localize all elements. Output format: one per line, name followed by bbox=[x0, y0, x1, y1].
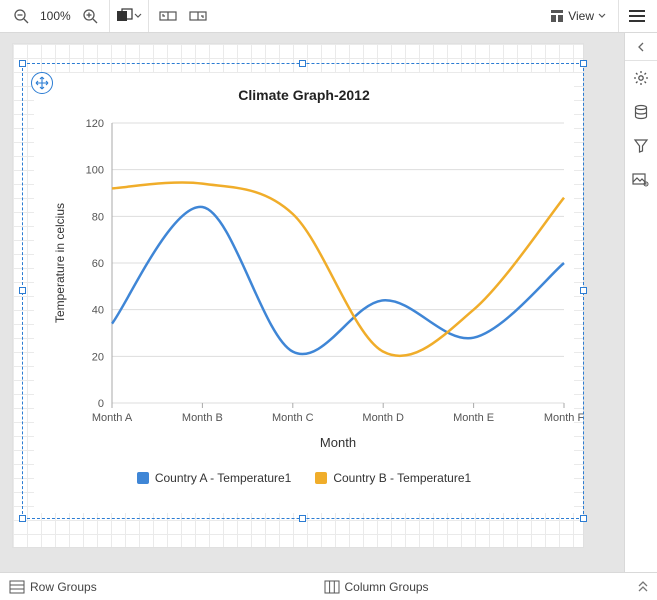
database-icon bbox=[633, 104, 649, 120]
filter-button[interactable] bbox=[625, 129, 657, 163]
resize-handle-bm[interactable] bbox=[299, 515, 306, 522]
resize-handle-br[interactable] bbox=[580, 515, 587, 522]
image-settings-button[interactable] bbox=[625, 163, 657, 197]
view-dropdown[interactable]: View bbox=[542, 0, 614, 32]
column-groups-label: Column Groups bbox=[345, 580, 429, 594]
zoom-in-icon bbox=[82, 8, 98, 24]
zoom-value: 100% bbox=[36, 9, 75, 23]
bring-forward-button[interactable] bbox=[183, 0, 213, 32]
move-icon bbox=[35, 76, 49, 90]
send-backward-icon bbox=[159, 9, 177, 23]
expand-bottom-button[interactable] bbox=[629, 581, 657, 593]
resize-handle-ml[interactable] bbox=[19, 287, 26, 294]
bring-forward-icon bbox=[189, 9, 207, 23]
shape-tool-button[interactable] bbox=[114, 0, 144, 32]
view-icon bbox=[550, 9, 564, 23]
image-gear-icon bbox=[632, 172, 650, 188]
resize-handle-bl[interactable] bbox=[19, 515, 26, 522]
collapse-rail-button[interactable] bbox=[625, 33, 657, 61]
row-groups-label: Row Groups bbox=[30, 580, 97, 594]
zoom-out-button[interactable] bbox=[6, 0, 36, 32]
chevron-down-icon bbox=[134, 8, 142, 24]
separator bbox=[148, 0, 149, 32]
menu-button[interactable] bbox=[623, 10, 651, 22]
resize-handle-tm[interactable] bbox=[299, 60, 306, 67]
resize-handle-tr[interactable] bbox=[580, 60, 587, 67]
row-groups-panel[interactable]: Row Groups bbox=[0, 573, 315, 600]
top-toolbar: 100% View bbox=[0, 0, 657, 33]
view-label: View bbox=[568, 9, 594, 23]
zoom-out-icon bbox=[13, 8, 29, 24]
right-rail bbox=[624, 33, 657, 572]
design-canvas[interactable]: Climate Graph-2012 020406080100120Month … bbox=[0, 33, 624, 572]
column-groups-icon bbox=[325, 581, 339, 593]
resize-handle-tl[interactable] bbox=[19, 60, 26, 67]
separator bbox=[618, 0, 619, 32]
properties-button[interactable] bbox=[625, 61, 657, 95]
chevrons-up-icon bbox=[638, 581, 648, 593]
shape-icon bbox=[116, 8, 134, 24]
column-groups-panel[interactable]: Column Groups bbox=[315, 573, 630, 600]
data-button[interactable] bbox=[625, 95, 657, 129]
zoom-in-button[interactable] bbox=[75, 0, 105, 32]
chevron-left-icon bbox=[637, 42, 645, 52]
row-groups-icon bbox=[10, 581, 24, 593]
chevron-down-icon bbox=[598, 12, 606, 20]
send-backward-button[interactable] bbox=[153, 0, 183, 32]
bottom-bar: Row Groups Column Groups bbox=[0, 572, 657, 600]
selection-outline[interactable] bbox=[22, 63, 584, 519]
resize-handle-mr[interactable] bbox=[580, 287, 587, 294]
funnel-icon bbox=[633, 138, 649, 154]
gear-icon bbox=[633, 70, 649, 86]
move-handle[interactable] bbox=[31, 72, 53, 94]
separator bbox=[109, 0, 110, 32]
